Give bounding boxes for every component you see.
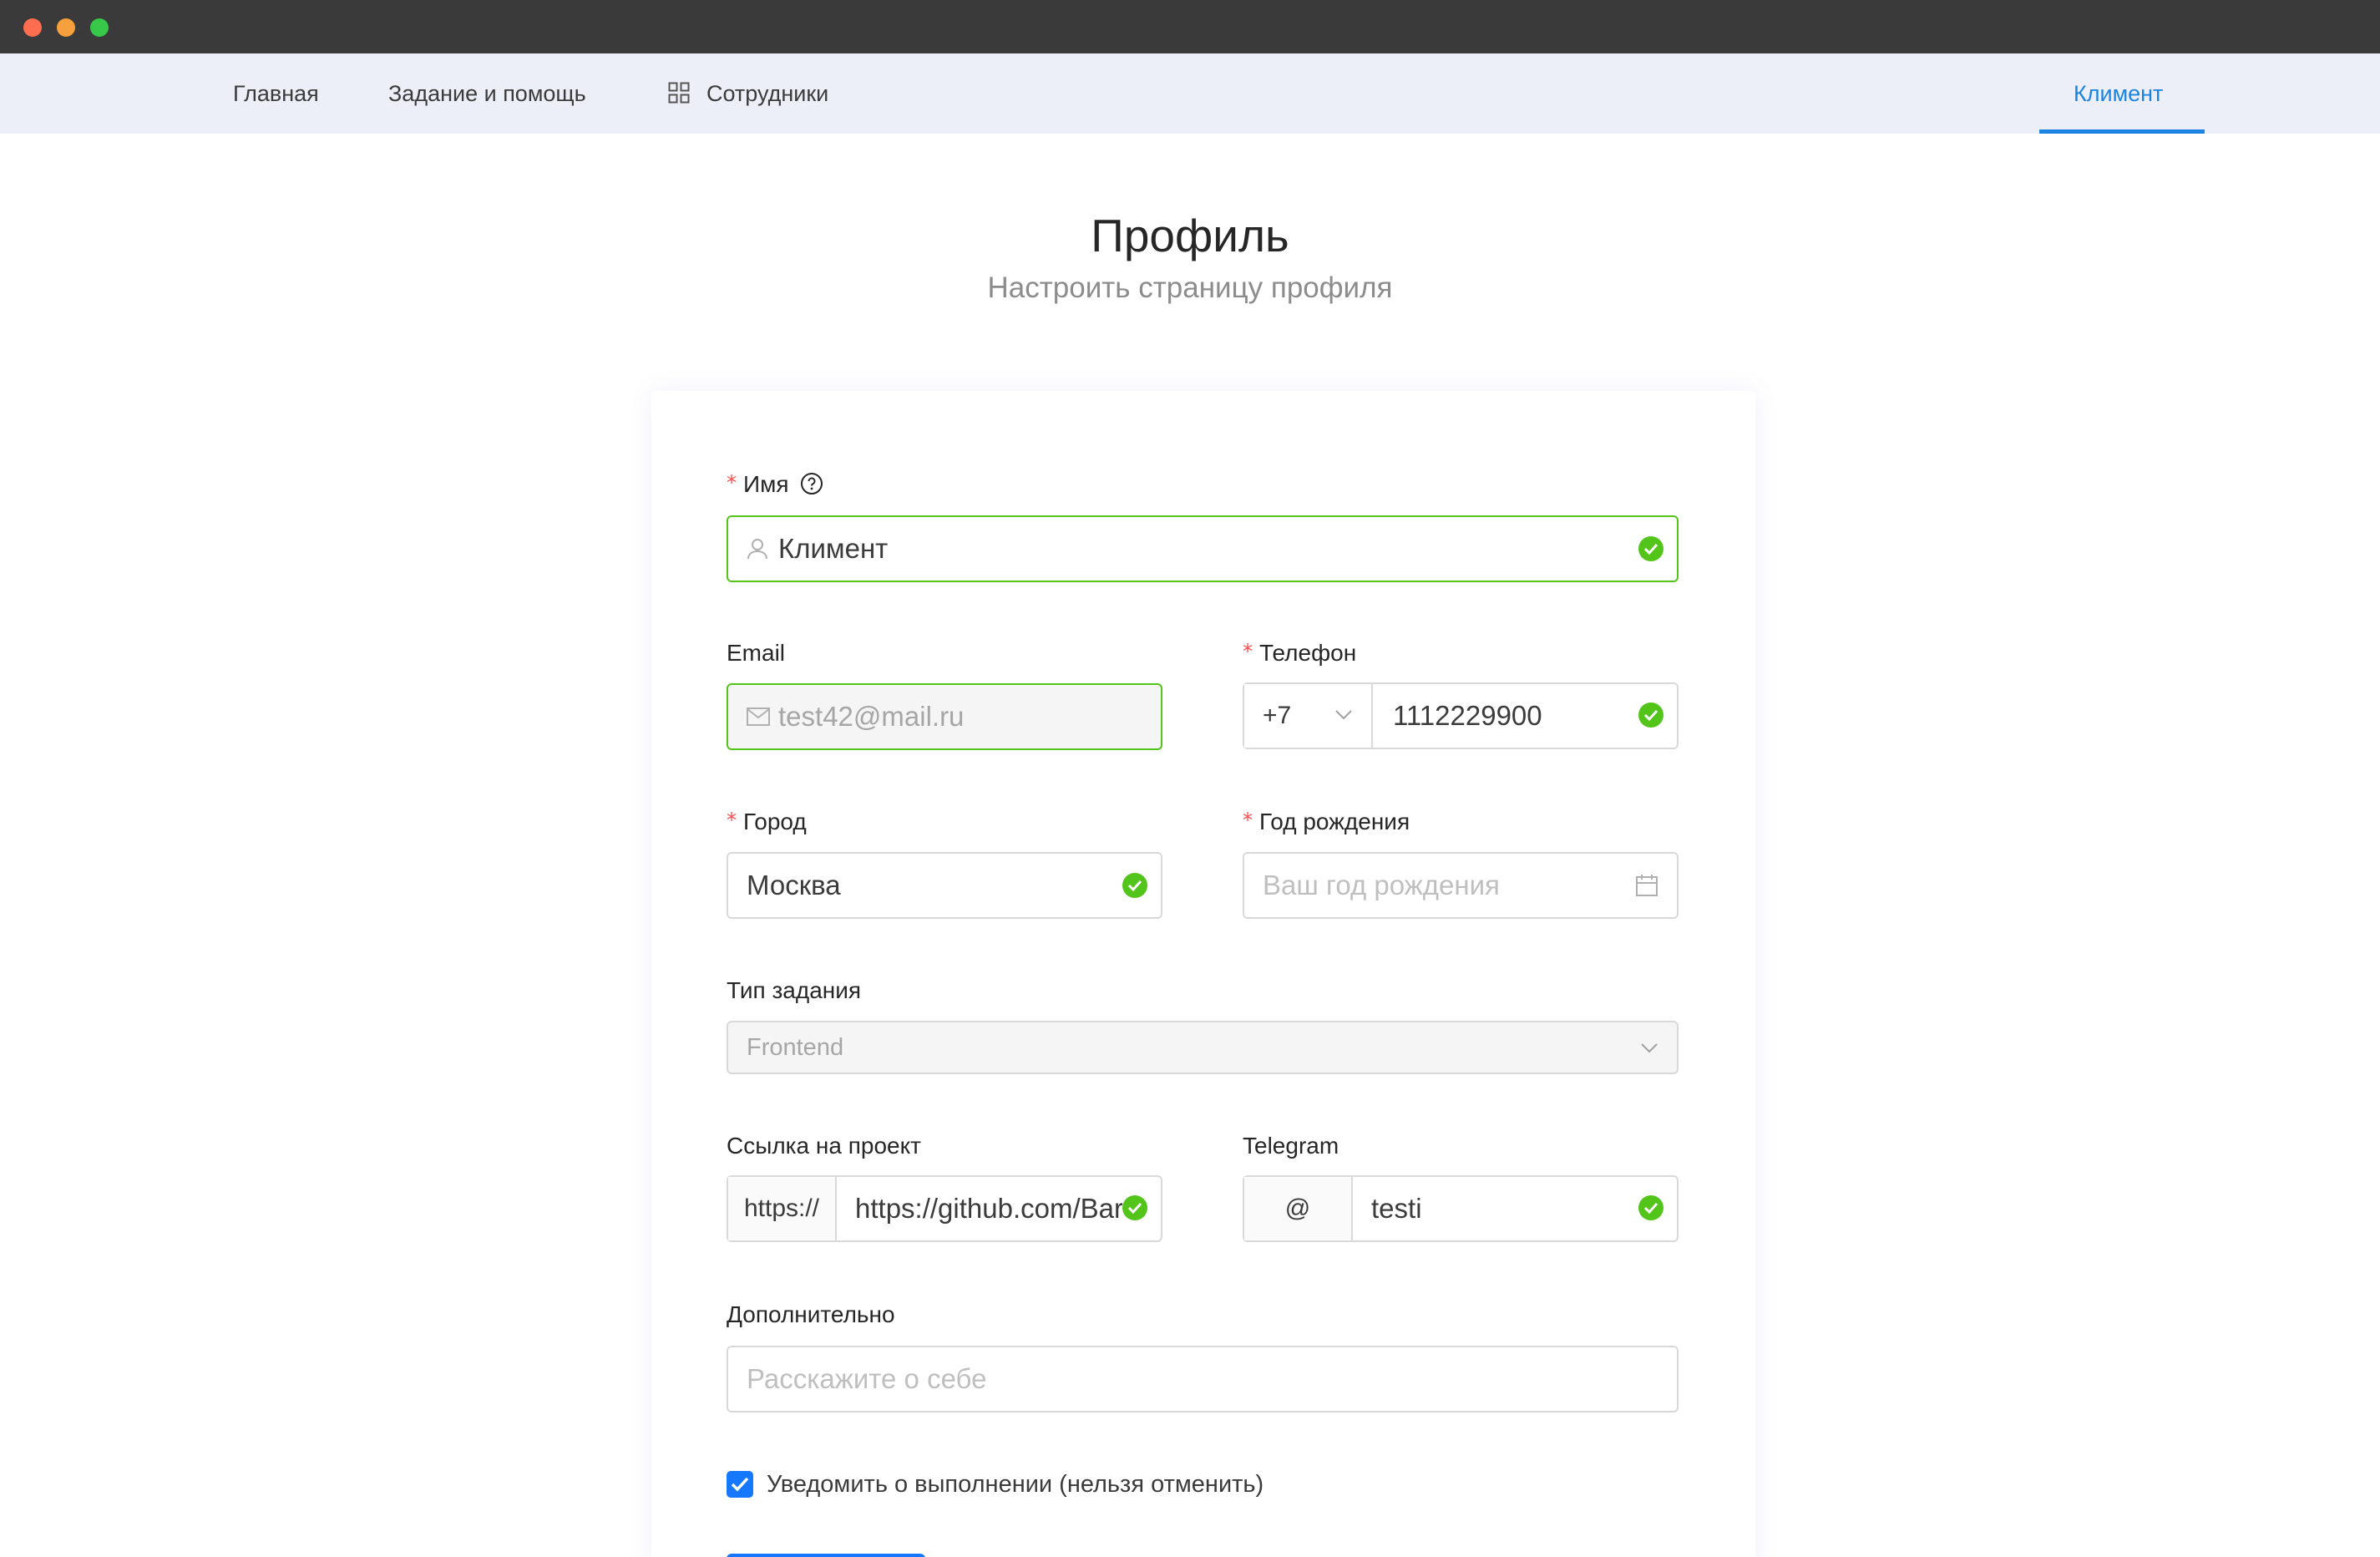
project-link-field[interactable]: https:// https://github.com/Bar xyxy=(727,1175,1162,1242)
city-input[interactable]: Москва xyxy=(747,854,1097,917)
extra-label: Дополнительно xyxy=(727,1301,895,1327)
page-title: Профиль xyxy=(1091,210,1289,261)
project-link-label: Ссылка на проект xyxy=(727,1133,921,1159)
success-check-icon xyxy=(1122,873,1147,898)
calendar-icon[interactable] xyxy=(1635,874,1658,897)
window-titlebar xyxy=(0,0,2380,53)
name-input[interactable]: Климент xyxy=(778,517,1613,581)
success-check-icon xyxy=(1638,536,1663,561)
window-maximize-button[interactable] xyxy=(90,18,109,37)
nav-item-employees[interactable]: Сотрудники xyxy=(706,53,828,134)
user-icon xyxy=(747,539,767,560)
phone-prefix: +7 xyxy=(1263,702,1292,729)
nav-item-home[interactable]: Главная xyxy=(233,53,319,134)
required-marker: * xyxy=(727,809,737,832)
notify-checkbox[interactable] xyxy=(727,1471,753,1498)
name-label-text: Имя xyxy=(743,471,789,497)
chevron-down-icon xyxy=(1335,710,1352,720)
top-nav: Главная Задание и помощь Сотрудники Клим… xyxy=(0,53,2380,134)
project-link-addon: https:// xyxy=(728,1177,837,1240)
telegram-addon: @ xyxy=(1244,1177,1353,1240)
birth-year-input[interactable]: Ваш год рождения xyxy=(1263,854,1613,917)
birth-year-field[interactable]: Ваш год рождения xyxy=(1243,852,1679,919)
extra-input[interactable]: Расскажите о себе xyxy=(747,1347,1582,1411)
required-marker: * xyxy=(1243,809,1253,832)
name-label: * Имя xyxy=(727,471,823,498)
required-marker: * xyxy=(727,471,737,494)
telegram-label: Telegram xyxy=(1243,1133,1339,1159)
success-check-icon xyxy=(1638,1195,1663,1220)
task-type-value: Frontend xyxy=(747,1034,844,1061)
success-check-icon xyxy=(1122,1195,1147,1220)
phone-field[interactable]: +7 1112229900 xyxy=(1243,682,1679,749)
phone-label-text: Телефон xyxy=(1259,640,1357,666)
birth-year-label: * Год рождения xyxy=(1243,809,1410,835)
success-check-icon xyxy=(1638,702,1663,728)
nav-user-menu[interactable]: Климент xyxy=(2074,53,2163,134)
email-field[interactable]: test42@mail.ru xyxy=(727,683,1162,750)
task-type-label: Тип задания xyxy=(727,977,862,1003)
birth-year-label-text: Год рождения xyxy=(1259,809,1410,834)
name-field[interactable]: Климент xyxy=(727,515,1679,582)
chevron-down-icon xyxy=(1641,1043,1658,1053)
email-label: Email xyxy=(727,640,786,666)
email-input[interactable]: test42@mail.ru xyxy=(778,685,1146,748)
page-subtitle: Настроить страницу профиля xyxy=(987,271,1393,304)
telegram-field[interactable]: @ testi xyxy=(1243,1175,1679,1242)
window-close-button[interactable] xyxy=(23,18,42,37)
phone-country-select[interactable]: +7 xyxy=(1244,684,1373,748)
submit-button[interactable] xyxy=(727,1554,925,1557)
phone-input[interactable]: 1112229900 xyxy=(1393,684,1635,748)
grid-icon xyxy=(668,82,690,104)
nav-item-tasks-help[interactable]: Задание и помощь xyxy=(388,53,586,134)
notify-label[interactable]: Уведомить о выполнении (нельзя отменить) xyxy=(767,1471,1263,1498)
city-label-text: Город xyxy=(743,809,807,834)
extra-field[interactable]: Расскажите о себе xyxy=(727,1346,1679,1412)
required-marker: * xyxy=(1243,640,1253,663)
task-type-select[interactable]: Frontend xyxy=(727,1021,1679,1074)
telegram-input[interactable]: testi xyxy=(1371,1177,1638,1240)
project-link-input[interactable]: https://github.com/Bar xyxy=(855,1177,1122,1240)
city-label: * Город xyxy=(727,809,807,835)
mail-icon xyxy=(747,707,770,726)
window-minimize-button[interactable] xyxy=(57,18,75,37)
city-field[interactable]: Москва xyxy=(727,852,1162,919)
phone-label: * Телефон xyxy=(1243,640,1356,667)
nav-active-indicator xyxy=(2039,129,2205,134)
help-icon[interactable] xyxy=(800,472,823,495)
